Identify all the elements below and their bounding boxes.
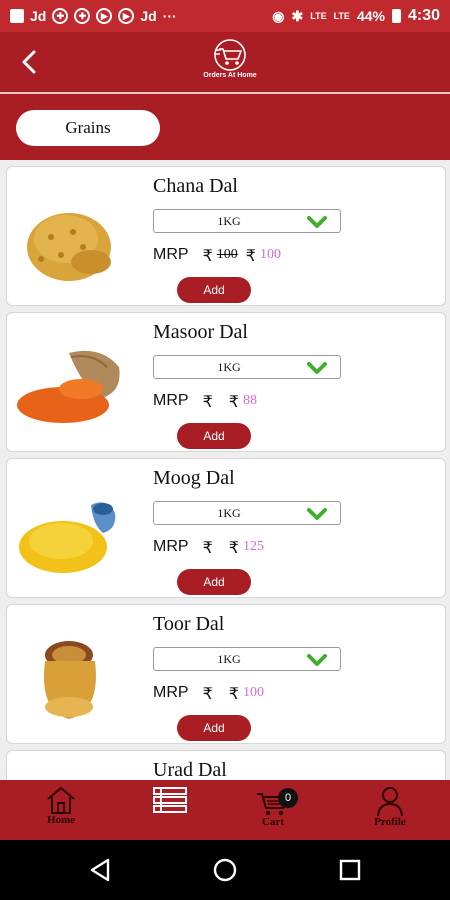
notification-icon (10, 9, 24, 23)
quantity-value: 1KG (217, 360, 241, 374)
quantity-value: 1KG (217, 214, 241, 228)
product-card: Moog Dal 1KG MRP ₹ ₹ 125 Add (6, 458, 446, 598)
list-icon (153, 787, 187, 813)
product-image-chana-dal (27, 213, 111, 281)
nav-profile[interactable]: Profile (350, 780, 430, 840)
product-name: Urad Dal (153, 759, 227, 780)
battery-icon (391, 9, 401, 23)
quantity-value: 1KG (217, 652, 241, 666)
rupee-symbol: ₹ (228, 391, 239, 411)
app-grid-icon-2: ✚ (74, 8, 91, 24)
old-price: 100 (216, 247, 238, 262)
rupee-symbol: ₹ (202, 391, 213, 411)
mrp-label: MRP (153, 246, 189, 263)
status-app-1: Jd (30, 8, 47, 24)
recents-square-icon[interactable] (336, 856, 364, 884)
product-card: Masoor Dal 1KG MRP ₹ ₹ 88 Add (6, 312, 446, 452)
product-name: Toor Dal (153, 613, 225, 635)
status-more: ··· (162, 8, 177, 24)
chevron-down-icon (307, 362, 327, 374)
quantity-dropdown[interactable]: 1KG (153, 501, 341, 525)
price-row: MRP ₹ ₹ 88 (153, 389, 257, 413)
chevron-down-icon (307, 654, 327, 666)
product-card: Toor Dal 1KG MRP ₹ ₹ 100 Add (6, 604, 446, 744)
battery-level: 44% (356, 8, 385, 24)
mrp-label: MRP (153, 392, 189, 409)
quantity-dropdown[interactable]: 1KG (153, 209, 341, 233)
product-name: Masoor Dal (153, 321, 248, 343)
price-row: MRP ₹ 100 ₹ 100 (153, 243, 281, 267)
youtube-icon-2: ▶ (118, 8, 135, 24)
bottom-nav: Home 0 Cart Profile (0, 780, 450, 840)
product-list[interactable]: Chana Dal 1KG MRP ₹ 100 ₹ 100 Add Masoor… (0, 160, 450, 780)
nav-profile-label: Profile (374, 816, 406, 828)
status-time: 4:30 (407, 7, 440, 24)
quantity-dropdown[interactable]: 1KG (153, 355, 341, 379)
app-logo: Orders At Home (190, 38, 270, 88)
rupee-symbol: ₹ (202, 537, 213, 557)
nav-home-label: Home (46, 814, 76, 826)
logo-text: Orders At Home (203, 72, 257, 79)
status-app-2: Jd (140, 8, 157, 24)
product-image-masoor-dal (17, 350, 120, 423)
new-price: 100 (259, 247, 281, 262)
app-header: Orders At Home (0, 32, 450, 92)
product-card: Urad Dal (6, 750, 446, 780)
product-name: Moog Dal (153, 467, 235, 489)
cart-count-badge: 0 (278, 788, 298, 808)
back-triangle-icon[interactable] (86, 856, 114, 884)
rupee-symbol: ₹ (245, 245, 256, 265)
rupee-symbol: ₹ (202, 683, 213, 703)
hotspot-icon: ◉ (272, 7, 285, 24)
youtube-icon: ▶ (96, 8, 113, 24)
chevron-down-icon (307, 508, 327, 520)
chevron-down-icon (307, 216, 327, 228)
nav-home[interactable]: Home (21, 780, 101, 840)
price-row: MRP ₹ ₹ 100 (153, 681, 264, 705)
new-price: 88 (242, 393, 257, 408)
chevron-left-icon (22, 50, 36, 74)
add-button[interactable]: Add (177, 569, 251, 595)
status-left: Jd ✚ ✚ ▶ ▶ Jd ··· (10, 8, 177, 24)
app-grid-icon: ✚ (52, 8, 69, 24)
rupee-symbol: ₹ (228, 537, 239, 557)
product-image-toor-dal (44, 641, 96, 719)
home-icon (47, 787, 75, 814)
mrp-label: MRP (153, 538, 189, 555)
mrp-label: MRP (153, 684, 189, 701)
quantity-dropdown[interactable]: 1KG (153, 647, 341, 671)
rupee-symbol: ₹ (202, 245, 213, 265)
new-price: 100 (242, 685, 264, 700)
signal-label-2: LTE (333, 11, 350, 21)
status-right: ◉ ✱ LTE LTE 44% 4:30 (272, 7, 440, 25)
bluetooth-icon: ✱ (291, 7, 304, 24)
price-row: MRP ₹ ₹ 125 (153, 535, 264, 559)
add-button[interactable]: Add (177, 423, 251, 449)
category-pill-selected[interactable]: Grains (16, 110, 160, 146)
signal-label-1: LTE (310, 11, 327, 21)
quantity-value: 1KG (217, 506, 241, 520)
back-button[interactable] (12, 44, 48, 80)
cart-icon (214, 39, 246, 71)
nav-cart[interactable]: 0 Cart (233, 780, 313, 840)
add-button[interactable]: Add (177, 277, 251, 303)
system-nav-bar (0, 840, 450, 900)
category-bar: Grains (0, 94, 450, 160)
product-card: Chana Dal 1KG MRP ₹ 100 ₹ 100 Add (6, 166, 446, 306)
profile-icon (377, 787, 403, 817)
product-image-moog-dal (19, 502, 116, 573)
product-name: Chana Dal (153, 175, 238, 197)
rupee-symbol: ₹ (228, 683, 239, 703)
home-circle-icon[interactable] (211, 856, 239, 884)
new-price: 125 (242, 539, 264, 554)
nav-menu[interactable] (130, 780, 210, 840)
add-button[interactable]: Add (177, 715, 251, 741)
nav-cart-label: Cart (262, 816, 284, 828)
status-bar: Jd ✚ ✚ ▶ ▶ Jd ··· ◉ ✱ LTE LTE 44% 4:30 (0, 0, 450, 32)
